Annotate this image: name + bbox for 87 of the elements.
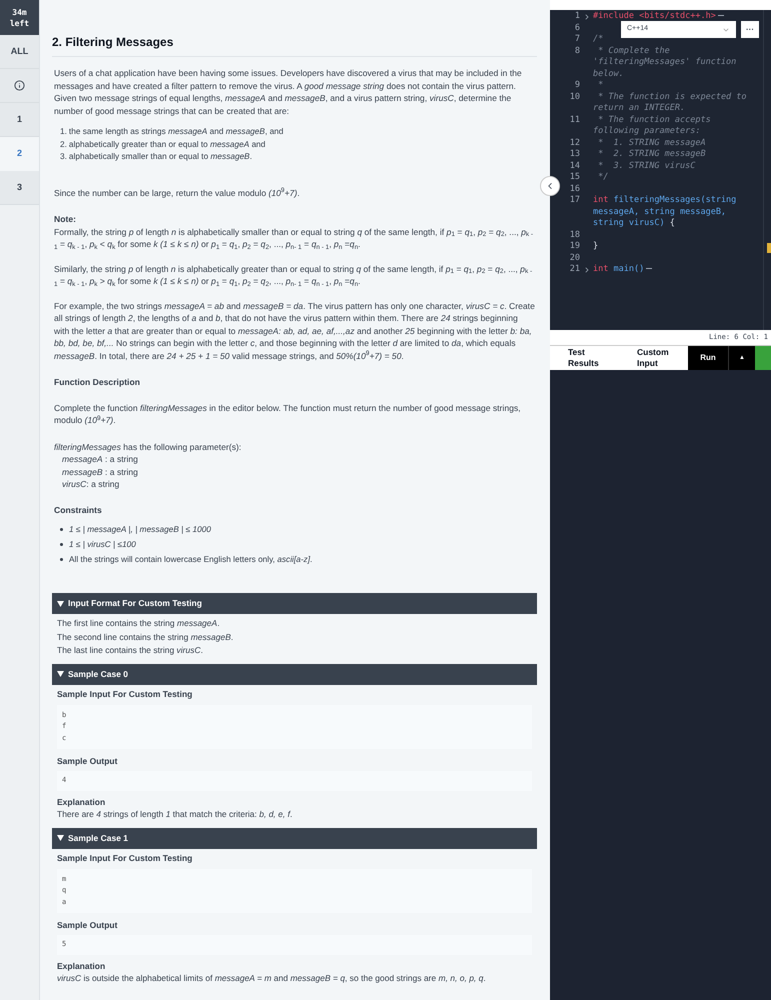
code-line: * 3. STRING virusC [597, 160, 696, 172]
section-header[interactable]: Sample Case 1 [52, 828, 537, 848]
line-number: 8 [574, 46, 580, 58]
code-line: * The function is expected to return an INTEGER. [593, 92, 748, 114]
line-number: 14 [568, 160, 580, 172]
question-tab[interactable]: 2 [0, 137, 39, 171]
line-number: 13 [568, 149, 580, 160]
line-number: 1 [574, 11, 580, 22]
subheading: Sample Output [57, 755, 118, 768]
subheading: Sample Input For Custom Testing [57, 688, 194, 700]
constraint-text: All the strings will contain lowercase English letters only, ascii[a-z]. [69, 553, 312, 566]
fold-chevron-icon[interactable] [582, 12, 590, 21]
line-number: 10 [568, 92, 580, 104]
line-number: 20 [568, 252, 580, 264]
code-line: * [597, 80, 604, 92]
minimap-marker [767, 243, 771, 253]
parameter-text: messageA : a string [61, 453, 139, 466]
list-number: 2. [60, 138, 67, 150]
list-number: 3. [60, 150, 67, 162]
note-label: Note: [54, 213, 77, 226]
line-number: 12 [568, 138, 580, 149]
fold-chevron-icon[interactable] [582, 266, 590, 274]
note-paragraph: Formally, the string p of length n is alphabetically smaller than or equal to string q of the same length, if p$_{1}$ = q$_{1}$, p$_{2}$ = q$_{2}$, ..., p$_{k -}$ $_{1}$ = q$_{k - 1}$, p$_{k}$ < q$_{k}$ for some k (1 ≤ k ≤ n) or p$_{1}$ = q$_{1}$, p$_{2}$ = q$_{2}$, ..., p$_{n- 1}$ = q$_{n - 1}$, p$_{n}$ =q$_{n}$. [54, 226, 534, 250]
code-line: * The function accepts following parameters: [593, 114, 712, 138]
question-tab[interactable]: 1 [0, 103, 39, 137]
line-number: 11 [568, 114, 580, 126]
line-number: 6 [574, 22, 580, 34]
section-header[interactable]: Sample Case 0 [52, 664, 537, 684]
bullet-icon [60, 558, 63, 561]
parameter-text: virusC: a string [61, 478, 120, 490]
line-number: 15 [568, 172, 580, 184]
problem-description: Users of a chat application have been having some issues. Developers have discovered a virus that may be included in the messages and have created a filter pattern to remove the virus. A good message string does not contain the virus pattern. Given two message strings of equal lengths, messageA and messageB, and a virus pattern string, virusC, determine the number of good message strings that can be created that are: [54, 67, 523, 117]
subheading: Explanation [57, 960, 106, 972]
modulo-text: Since the number can be large, return the value modulo (10$^{9}$+7). [54, 186, 301, 199]
section-header[interactable]: Input Format For Custom Testing [52, 593, 537, 614]
code-line: } [593, 241, 600, 252]
subheading: Sample Input For Custom Testing [57, 852, 194, 864]
condition-text: the same length as strings messageA and messageB, and [68, 125, 284, 138]
code-line: * 2. STRING messageB [597, 149, 707, 160]
line-number: 16 [568, 184, 580, 195]
function-description: Complete the function filteringMessages in the editor below. The function must return the number of good message strings, modulo (10$^{9}$+7). [54, 402, 522, 426]
info-tab[interactable] [0, 69, 39, 103]
condition-text: alphabetically smaller than or equal to messageB. [68, 150, 252, 162]
note-paragraph: For example, the two strings messageA = ab and messageB = da. The virus pattern has only one character, virusC = c. Create all strings of length 2, the lengths of a and b, that do not have the virus pattern within them. There are 24 strings beginning with the letter a that are greater than or equal to messageA: ab, ad, ae, af,...,az and another 25 beginning with the letter b: ba, bb, bd, be, bf,... No strings can begin with the letter c, and those beginning with the letter d are limited to da, which equals messageB. In total, there are 24 + 25 + 1 = 50 valid message strings, and 50%(10$^{9}$+7) = 50. [54, 300, 535, 362]
bullet-icon [60, 543, 63, 546]
run-button[interactable]: Run [688, 346, 728, 370]
more-options-button[interactable]: ··· [741, 21, 759, 38]
question-tab[interactable]: 3 [0, 171, 39, 205]
format-line: The second line contains the string messageB. [57, 630, 234, 644]
list-number: 1. [60, 125, 67, 138]
constraint-text: 1 ≤ | messageA |, | messageB | ≤ 1000 [69, 523, 211, 536]
parameters-intro: filteringMessages has the following parameter(s): [54, 440, 242, 453]
problem-title: 2. Filtering Messages [52, 34, 174, 50]
explanation-text: There are 4 strings of length 1 that match the criteria: b, d, e, f. [57, 808, 294, 820]
note-paragraph: Similarly, the string p of length n is alphabetically greater than or equal to string q of the same length, if p$_{1}$ = q$_{1}$, p$_{2}$ = q$_{2}$, ..., p$_{k -}$ $_{1}$ = q$_{k - 1}$, p$_{k}$ > q$_{k}$ for some k (1 ≤ k ≤ n) or p$_{1}$ = q$_{1}$, p$_{2}$ = q$_{2}$, ..., p$_{n- 1}$ = q$_{n - 1}$, p$_{n}$ =q$_{n}$. [54, 262, 534, 288]
question-tab[interactable]: ALL [0, 35, 39, 69]
subheading: Explanation [57, 796, 106, 808]
line-number: 17 [568, 195, 580, 207]
format-line: The first line contains the string messageA. [57, 617, 221, 630]
subheading: Sample Output [57, 919, 118, 932]
line-number: 9 [574, 80, 580, 92]
section-heading: Function Description [54, 376, 141, 388]
time-remaining: 34m left [0, 0, 39, 35]
parameter-text: messageB : a string [61, 466, 139, 478]
folded-marker-icon[interactable] [646, 267, 652, 270]
code-line: */ [597, 172, 610, 184]
triangle-down-icon [57, 600, 64, 606]
condition-text: alphabetically greater than or equal to messageA and [68, 138, 266, 150]
explanation-text: virusC is outside the alphabetical limits of messageA = m and messageB = q, so the good strings are m, n, o, p, q. [57, 972, 487, 984]
line-number: 7 [574, 34, 580, 46]
triangle-down-icon [57, 671, 64, 677]
code-line: /* [593, 34, 604, 46]
code-line: int filteringMessages(string messageA, string messageB, string virusC) { [593, 195, 738, 230]
triangle-down-icon [57, 835, 64, 841]
line-number: 21 [568, 264, 580, 276]
info-icon [14, 80, 25, 91]
constraint-text: 1 ≤ | virusC | ≤100 [69, 538, 136, 551]
code-line: int main() [593, 264, 753, 276]
section-heading: Constraints [54, 504, 103, 516]
code-line: * Complete the 'filteringMessages' function below. [593, 46, 738, 80]
line-number: 19 [568, 241, 580, 252]
code-line: * 1. STRING messageA [597, 138, 707, 149]
format-line: The last line contains the string virusC. [57, 644, 204, 657]
code-line: #include <bits/stdc++.h> [593, 11, 753, 22]
folded-marker-icon[interactable] [718, 14, 724, 18]
line-number: 18 [568, 230, 580, 241]
bullet-icon [60, 528, 63, 531]
